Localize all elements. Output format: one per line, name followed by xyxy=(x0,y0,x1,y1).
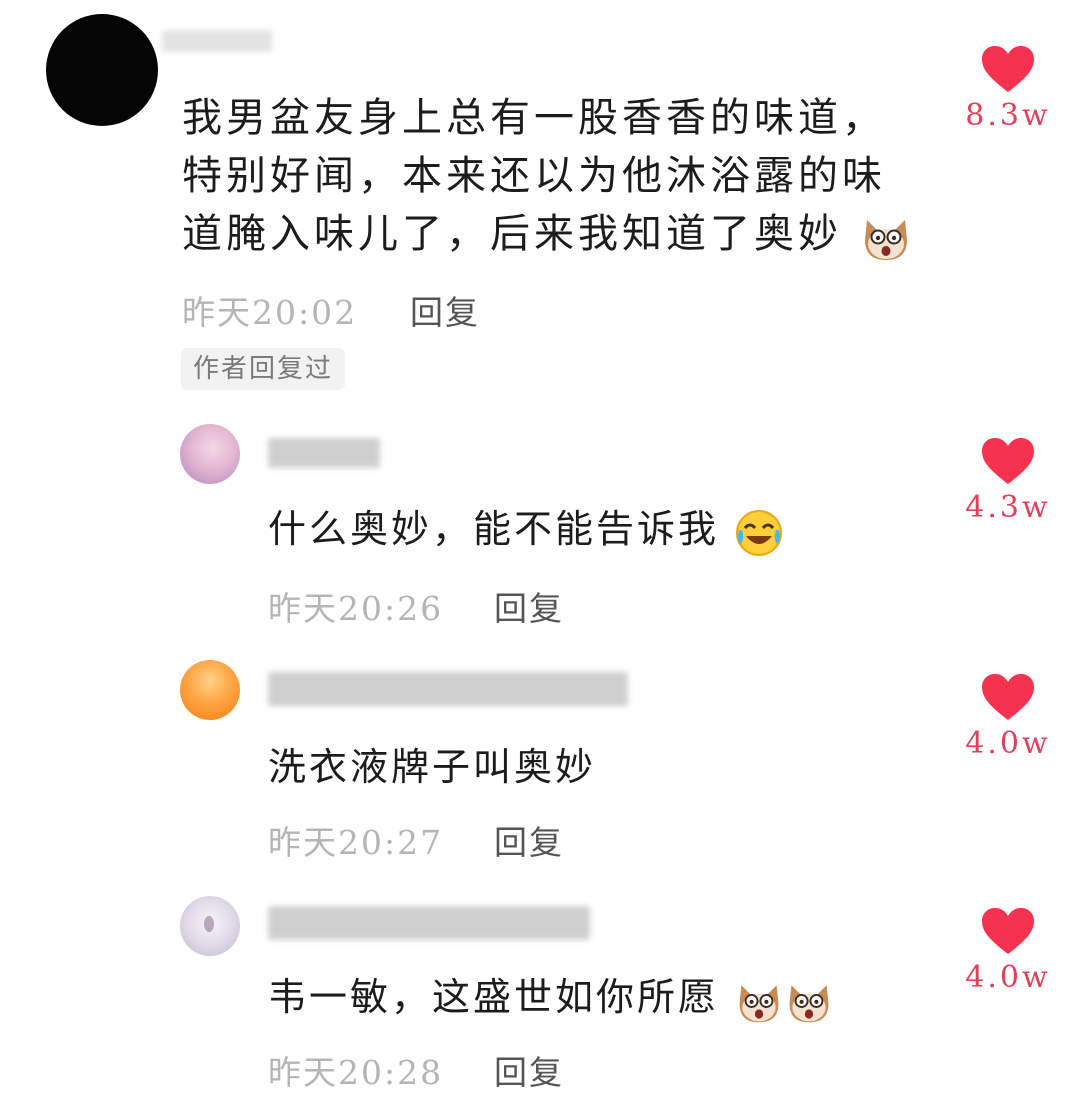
like-button[interactable]: 4.0w xyxy=(953,672,1063,761)
like-count: 4.0w xyxy=(965,726,1051,761)
like-button[interactable]: 4.3w xyxy=(953,436,1063,525)
laughing-crying-emoji-icon xyxy=(736,509,783,556)
reply-text: 韦一敏，这盛世如你所愿 xyxy=(268,972,834,1026)
dog-face-emoji-icon xyxy=(789,984,829,1022)
like-button[interactable]: 4.0w xyxy=(953,906,1063,995)
heart-icon xyxy=(982,674,1034,720)
reply-time: 昨天20:26 xyxy=(268,589,444,628)
blurred-username[interactable] xyxy=(268,672,628,706)
like-count: 8.3w xyxy=(965,98,1051,133)
reply-button[interactable]: 回复 xyxy=(494,1046,564,1094)
reply-button[interactable]: 回复 xyxy=(494,816,564,864)
like-count: 4.3w xyxy=(965,490,1051,525)
reply-button[interactable]: 回复 xyxy=(494,582,564,630)
author-replied-badge: 作者回复过 xyxy=(181,348,346,390)
reply-avatar[interactable] xyxy=(180,660,240,720)
reply-time: 昨天20:28 xyxy=(268,1053,444,1092)
blurred-username[interactable] xyxy=(268,906,590,940)
dog-face-emoji-icon xyxy=(864,220,907,260)
commenter-avatar[interactable] xyxy=(46,14,158,126)
comment-time: 昨天20:02 xyxy=(182,293,358,332)
heart-icon xyxy=(982,46,1034,92)
heart-icon xyxy=(982,908,1034,954)
comment-line-3: 道腌入味儿了，后来我知道了奥妙 xyxy=(182,206,913,264)
blurred-username[interactable] xyxy=(268,438,380,468)
blurred-username[interactable] xyxy=(162,30,272,52)
heart-icon xyxy=(982,438,1034,484)
reply-button[interactable]: 回复 xyxy=(410,286,480,334)
reply-time: 昨天20:27 xyxy=(268,823,444,862)
comment-line-2: 特别好闻，本来还以为他沐浴露的味 xyxy=(182,153,886,199)
like-count: 4.0w xyxy=(965,960,1051,995)
dog-face-emoji-icon xyxy=(739,984,779,1022)
like-button[interactable]: 8.3w xyxy=(953,44,1063,133)
comment-line-1: 我男盆友身上总有一股香香的味道， xyxy=(182,95,886,141)
reply-text: 洗衣液牌子叫奥妙 xyxy=(268,745,597,789)
reply-avatar[interactable] xyxy=(180,896,240,956)
reply-avatar[interactable] xyxy=(180,424,240,484)
reply-text: 什么奥妙，能不能告诉我 xyxy=(268,504,784,558)
